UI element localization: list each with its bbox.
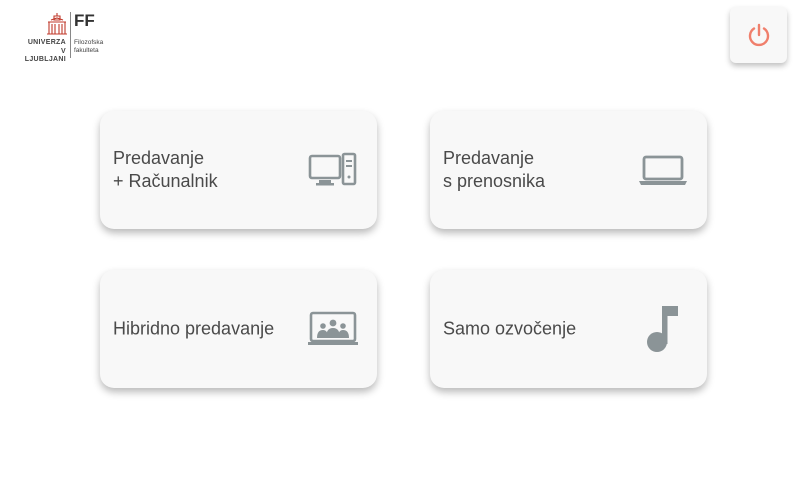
faculty-name-line2: fakulteta [74, 47, 99, 54]
video-conference-icon [308, 311, 358, 345]
faculty-name-line1: Filozofska [74, 39, 104, 46]
card-label: Samo ozvočenje [443, 318, 576, 341]
card-label-line2: + Računalnik [113, 171, 218, 191]
university-name-line2: V LJUBLJANI [24, 48, 66, 63]
card-label-line1: Samo ozvočenje [443, 318, 577, 339]
university-logo: UNIVERZA V LJUBLJANI FF Filozofska fakul… [18, 10, 118, 64]
card-label: Predavanje + Računalnik [113, 147, 218, 193]
university-crest-icon [47, 13, 67, 35]
music-note-icon [647, 306, 678, 352]
power-button[interactable] [730, 7, 787, 63]
hybrid-lecture-button[interactable]: Hibridno predavanje [100, 270, 377, 388]
audio-only-button[interactable]: Samo ozvočenje [430, 270, 707, 388]
lecture-laptop-button[interactable]: Predavanje s prenosnika [430, 111, 707, 229]
logo-divider [70, 12, 71, 58]
card-label-line1: Hibridno predavanje [113, 318, 275, 339]
card-label: Hibridno predavanje [113, 318, 274, 341]
desktop-computer-icon [308, 152, 357, 186]
university-name-line1: UNIVERZA [27, 39, 66, 46]
faculty-abbreviation: FF [74, 11, 95, 30]
power-icon [748, 23, 769, 47]
card-label-line2: s prenosnika [443, 171, 546, 191]
card-label-line1: Predavanje [113, 148, 205, 168]
card-label-line1: Predavanje [443, 148, 535, 168]
control-panel-screen: UNIVERZA V LJUBLJANI FF Filozofska fakul… [0, 0, 800, 497]
lecture-computer-button[interactable]: Predavanje + Računalnik [100, 111, 377, 229]
card-label: Predavanje s prenosnika [443, 147, 545, 193]
laptop-icon [639, 155, 687, 185]
